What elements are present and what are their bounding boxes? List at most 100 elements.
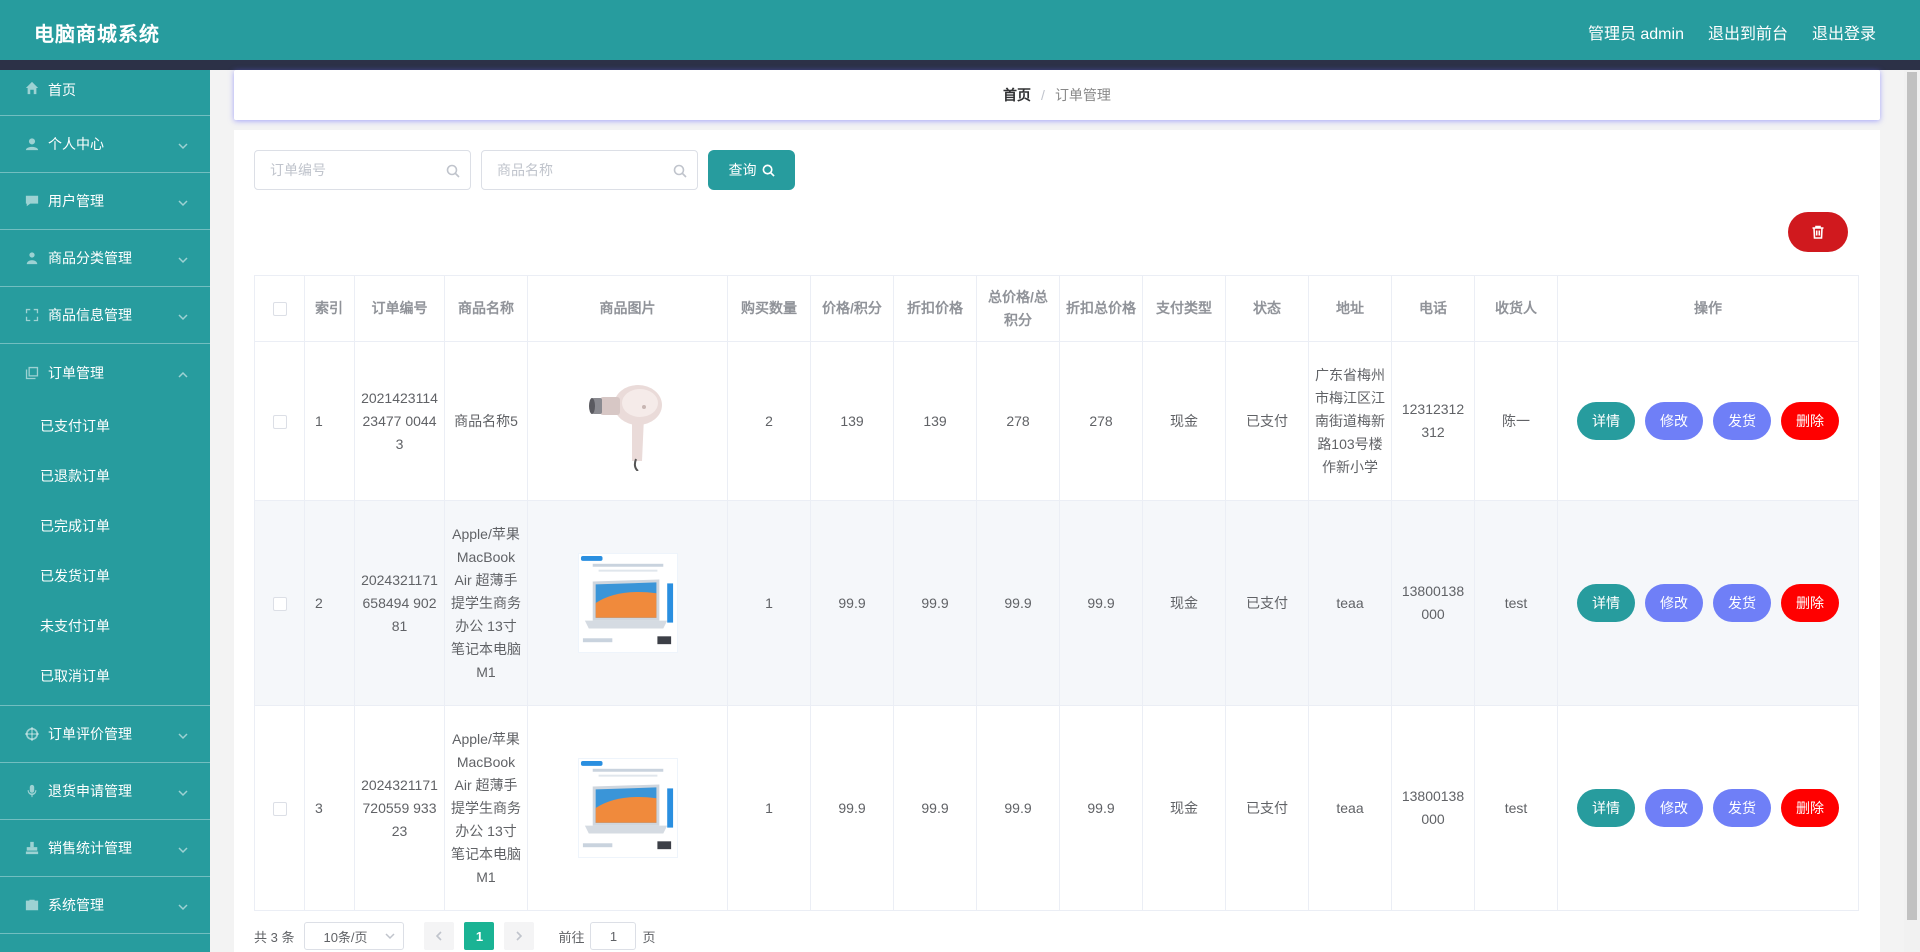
sidebar-item-reviews[interactable]: 订单评价管理 bbox=[0, 706, 210, 763]
order-no-input[interactable] bbox=[255, 151, 470, 189]
cell-order-no: 2024321171658494 90281 bbox=[354, 500, 445, 706]
row-checkbox[interactable] bbox=[272, 414, 287, 429]
trash-icon bbox=[1811, 225, 1825, 239]
submenu-completed-orders[interactable]: 已完成订单 bbox=[0, 501, 210, 551]
column-header: 折扣价格 bbox=[893, 275, 977, 342]
cell-price: 99.9 bbox=[810, 705, 894, 911]
select-all-checkbox[interactable] bbox=[272, 302, 287, 317]
cell-qty: 1 bbox=[727, 705, 811, 911]
sidebar-item-label: 商品分类管理 bbox=[48, 250, 132, 266]
sidebar-item-products[interactable]: 商品信息管理 bbox=[0, 287, 210, 344]
delete-button[interactable]: 删除 bbox=[1781, 402, 1839, 440]
goto-prefix: 前往 bbox=[558, 929, 585, 945]
chevron-down-icon bbox=[178, 785, 188, 797]
column-header: 商品名称 bbox=[444, 275, 528, 342]
header-divider-bar bbox=[0, 60, 1920, 70]
column-header: 收货人 bbox=[1474, 275, 1558, 342]
person-icon bbox=[24, 250, 40, 266]
sidebar: 首页 个人中心 用户管理 商品分类管理 商品信息管理 订单管理 已支付订单 已退… bbox=[0, 70, 210, 952]
scrollbar-thumb[interactable] bbox=[1907, 72, 1917, 920]
submenu-unpaid-orders[interactable]: 未支付订单 bbox=[0, 601, 210, 651]
column-header: 支付类型 bbox=[1142, 275, 1226, 342]
stamp-icon bbox=[24, 840, 40, 856]
sidebar-item-system[interactable]: 系统管理 bbox=[0, 877, 210, 934]
breadcrumb-home[interactable]: 首页 bbox=[1003, 85, 1031, 105]
home-icon bbox=[24, 80, 40, 96]
sidebar-item-sales-stats[interactable]: 销售统计管理 bbox=[0, 820, 210, 877]
sidebar-item-returns[interactable]: 退货申请管理 bbox=[0, 763, 210, 820]
cell-total: 278 bbox=[976, 341, 1060, 501]
breadcrumb-separator: / bbox=[1041, 87, 1045, 103]
orders-submenu: 已支付订单 已退款订单 已完成订单 已发货订单 未支付订单 已取消订单 bbox=[0, 401, 210, 706]
page-number-current[interactable]: 1 bbox=[464, 922, 495, 950]
ship-button[interactable]: 发货 bbox=[1713, 402, 1771, 440]
ship-button[interactable]: 发货 bbox=[1713, 789, 1771, 827]
chevron-down-icon bbox=[178, 252, 188, 264]
row-checkbox[interactable] bbox=[272, 596, 287, 611]
column-header: 索引 bbox=[304, 275, 355, 342]
delete-button[interactable]: 删除 bbox=[1781, 584, 1839, 622]
sidebar-item-profile[interactable]: 个人中心 bbox=[0, 116, 210, 173]
cell-product: 商品名称5 bbox=[444, 341, 528, 501]
cell-total: 99.9 bbox=[976, 705, 1060, 911]
edit-button[interactable]: 修改 bbox=[1645, 584, 1703, 622]
cell-address: teaa bbox=[1308, 500, 1392, 706]
sidebar-item-label: 退货申请管理 bbox=[48, 783, 132, 799]
cell-discount-price: 99.9 bbox=[893, 705, 977, 911]
column-header: 地址 bbox=[1308, 275, 1392, 342]
chevron-left-icon bbox=[434, 931, 444, 941]
row-checkbox[interactable] bbox=[272, 801, 287, 816]
cell-discount-total: 99.9 bbox=[1059, 500, 1143, 706]
pagination: 共 3 条 10条/页 1 前往 1 页 bbox=[254, 922, 656, 950]
sidebar-item-users[interactable]: 用户管理 bbox=[0, 173, 210, 230]
target-icon bbox=[24, 726, 40, 742]
prev-page-button[interactable] bbox=[424, 922, 455, 950]
page-scrollbar[interactable] bbox=[1904, 70, 1920, 952]
breadcrumb-current: 订单管理 bbox=[1054, 87, 1111, 103]
page-size-value: 10条/页 bbox=[323, 929, 368, 945]
cell-price: 139 bbox=[810, 341, 894, 501]
next-page-button[interactable] bbox=[504, 922, 535, 950]
admin-label: 管理员 admin bbox=[1587, 26, 1684, 43]
cell-pay-type: 现金 bbox=[1142, 341, 1226, 501]
submenu-shipped-orders[interactable]: 已发货订单 bbox=[0, 551, 210, 601]
detail-button[interactable]: 详情 bbox=[1577, 402, 1635, 440]
sidebar-item-orders[interactable]: 订单管理 bbox=[0, 344, 210, 401]
submenu-cancelled-orders[interactable]: 已取消订单 bbox=[0, 651, 210, 701]
edit-button[interactable]: 修改 bbox=[1645, 402, 1703, 440]
sidebar-item-category[interactable]: 商品分类管理 bbox=[0, 230, 210, 287]
batch-delete-button[interactable] bbox=[1788, 212, 1848, 252]
column-header: 折扣总价格 bbox=[1059, 275, 1143, 342]
top-header: 电脑商城系统 管理员 admin 退出到前台 退出登录 bbox=[0, 0, 1920, 60]
table-row: 3 2024321171720559 93323 Apple/苹果 MacBoo… bbox=[254, 705, 1859, 911]
chevron-up-icon bbox=[178, 367, 188, 378]
sidebar-item-label: 销售统计管理 bbox=[48, 840, 132, 856]
sidebar-item-home[interactable]: 首页 bbox=[0, 70, 210, 116]
submenu-paid-orders[interactable]: 已支付订单 bbox=[0, 401, 210, 451]
logout-link[interactable]: 退出登录 bbox=[1812, 20, 1876, 44]
cell-image bbox=[527, 500, 728, 706]
app-title: 电脑商城系统 bbox=[34, 24, 160, 46]
cell-product: Apple/苹果 MacBook Air 超薄手提学生商务办公 13寸笔记本电脑… bbox=[444, 500, 528, 706]
detail-button[interactable]: 详情 bbox=[1577, 584, 1635, 622]
cell-phone: 13800138000 bbox=[1391, 705, 1475, 911]
cell-order-no: 2024321171720559 93323 bbox=[354, 705, 445, 911]
product-name-input[interactable] bbox=[482, 151, 697, 189]
delete-button[interactable]: 删除 bbox=[1781, 789, 1839, 827]
page-size-select[interactable]: 10条/页 bbox=[304, 922, 405, 950]
back-to-front-link[interactable]: 退出到前台 bbox=[1708, 20, 1788, 44]
submenu-refunded-orders[interactable]: 已退款订单 bbox=[0, 451, 210, 501]
ship-button[interactable]: 发货 bbox=[1713, 584, 1771, 622]
query-button[interactable]: 查询 bbox=[708, 150, 795, 190]
goto-page-input[interactable]: 1 bbox=[590, 922, 637, 950]
cell-qty: 2 bbox=[727, 341, 811, 501]
detail-button[interactable]: 详情 bbox=[1577, 789, 1635, 827]
column-header: 状态 bbox=[1225, 275, 1309, 342]
cell-actions: 详情 修改 发货 删除 bbox=[1557, 705, 1859, 911]
select-all-cell bbox=[254, 275, 305, 342]
edit-button[interactable]: 修改 bbox=[1645, 789, 1703, 827]
cell-index: 1 bbox=[304, 341, 355, 501]
header-links: 管理员 admin 退出到前台 退出登录 bbox=[1588, 20, 1876, 44]
chat-icon bbox=[24, 193, 40, 209]
chevron-down-icon bbox=[385, 931, 395, 941]
